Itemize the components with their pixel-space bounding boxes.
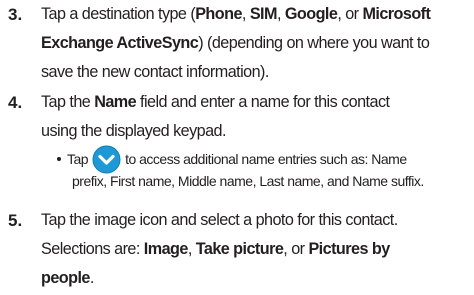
text-run: Tap the bbox=[41, 93, 95, 111]
text-run: . bbox=[89, 269, 94, 287]
text-run: , bbox=[276, 5, 285, 23]
bullet-line: Tap to access additional name entries suc… bbox=[56, 145, 474, 174]
step-text: Tap a destination type (Phone, SIM, Goog… bbox=[41, 0, 471, 87]
step-number: 4. bbox=[8, 93, 23, 112]
text-run: prefix, First name, Middle name, Last na… bbox=[72, 173, 424, 189]
text-line: Tap the image icon and select a photo fo… bbox=[41, 206, 471, 235]
manual-page: 3. Tap a destination type (Phone, SIM, G… bbox=[0, 0, 474, 295]
text-run: , or bbox=[337, 5, 363, 23]
bold-term: Phone bbox=[195, 5, 242, 23]
text-run: Selections are: bbox=[41, 240, 144, 258]
step-text: Tap the Name field and enter a name for … bbox=[41, 88, 471, 146]
text-line: Selections are: Image, Take picture, or … bbox=[41, 235, 471, 264]
text-run: save the new contact information). bbox=[41, 63, 269, 81]
bold-term: Pictures by bbox=[308, 240, 390, 258]
bold-term: Take picture bbox=[195, 240, 284, 258]
text-run: Tap bbox=[67, 151, 89, 167]
text-run: to access additional name entries such a… bbox=[125, 151, 407, 167]
step-text: Tap the image icon and select a photo fo… bbox=[41, 206, 471, 293]
text-run: , or bbox=[283, 240, 309, 258]
text-line: using the displayed keypad. bbox=[41, 117, 471, 146]
bullet-item: Tap to access additional name entries suc… bbox=[56, 145, 474, 192]
text-line: people. bbox=[41, 264, 471, 293]
bullet-dot bbox=[57, 156, 61, 161]
text-run: Tap a destination type ( bbox=[41, 5, 196, 23]
bold-term: Name bbox=[94, 93, 137, 111]
bold-term: Google bbox=[284, 5, 338, 23]
text-run: , bbox=[187, 240, 196, 258]
bold-term: Exchange ActiveSync bbox=[41, 34, 199, 52]
text-line: Tap the Name field and enter a name for … bbox=[41, 88, 471, 117]
text-line: Tap a destination type (Phone, SIM, Goog… bbox=[41, 0, 471, 29]
bold-term: people bbox=[41, 269, 90, 287]
text-run: field and enter a name for this contact bbox=[136, 93, 390, 111]
step-number: 5. bbox=[8, 211, 23, 230]
text-line: save the new contact information). bbox=[41, 58, 471, 87]
step-number: 3. bbox=[8, 5, 23, 24]
text-run: , bbox=[241, 5, 250, 23]
bold-term: Microsoft bbox=[362, 5, 431, 23]
bold-term: SIM bbox=[249, 5, 278, 23]
text-run: ) (depending on where you want to bbox=[198, 34, 430, 52]
text-run: using the displayed keypad. bbox=[41, 122, 226, 140]
bold-term: Image bbox=[143, 240, 189, 258]
bullet-line: prefix, First name, Middle name, Last na… bbox=[56, 170, 474, 192]
text-line: Exchange ActiveSync) (depending on where… bbox=[41, 29, 471, 58]
text-run: Tap the image icon and select a photo fo… bbox=[41, 211, 398, 229]
